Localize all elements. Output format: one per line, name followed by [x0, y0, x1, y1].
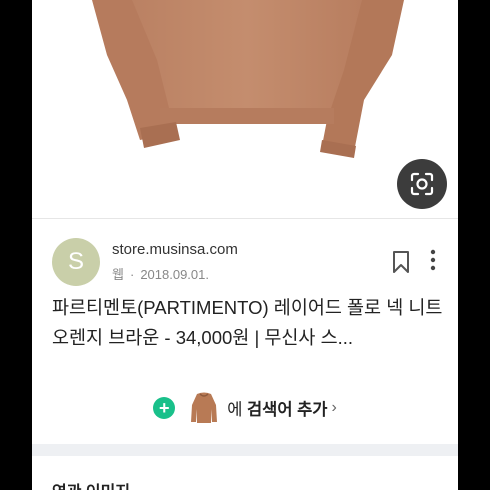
- add-search-prefix: 에: [227, 401, 243, 419]
- section-divider: [32, 444, 458, 456]
- search-result-card: S store.musinsa.com 웹 · 2018.09.01. 파르티멘토(…: [32, 0, 458, 490]
- result-title-link[interactable]: 파르티멘토(PARTIMENTO) 레이어드 폴로 넥 니트 오렌지 브라운 -…: [52, 293, 447, 353]
- site-avatar[interactable]: S: [52, 238, 100, 286]
- product-image[interactable]: [32, 0, 458, 218]
- source-date: 2018.09.01.: [140, 267, 209, 282]
- lens-icon: [410, 172, 434, 196]
- avatar-letter: S: [67, 248, 84, 275]
- plus-icon: +: [153, 397, 176, 419]
- sweater-thumbnail: [191, 392, 218, 423]
- sweater-image: [92, 0, 404, 158]
- source-type: 웹: [112, 267, 124, 282]
- add-search-term-button[interactable]: + 에 검색어 추가 ›: [32, 388, 458, 428]
- more-vert-icon[interactable]: [428, 248, 438, 272]
- related-images-heading: 연관 이미지: [52, 478, 130, 490]
- add-search-action: 검색어 추가: [246, 401, 328, 419]
- lens-search-button[interactable]: [397, 159, 447, 209]
- source-meta: 웹 · 2018.09.01.: [112, 267, 209, 282]
- divider: [32, 218, 458, 219]
- source-domain[interactable]: store.musinsa.com: [112, 241, 238, 258]
- add-search-label: 에 검색어 추가: [227, 396, 327, 420]
- chevron-right-icon: ›: [331, 399, 337, 416]
- bookmark-icon[interactable]: [392, 250, 410, 274]
